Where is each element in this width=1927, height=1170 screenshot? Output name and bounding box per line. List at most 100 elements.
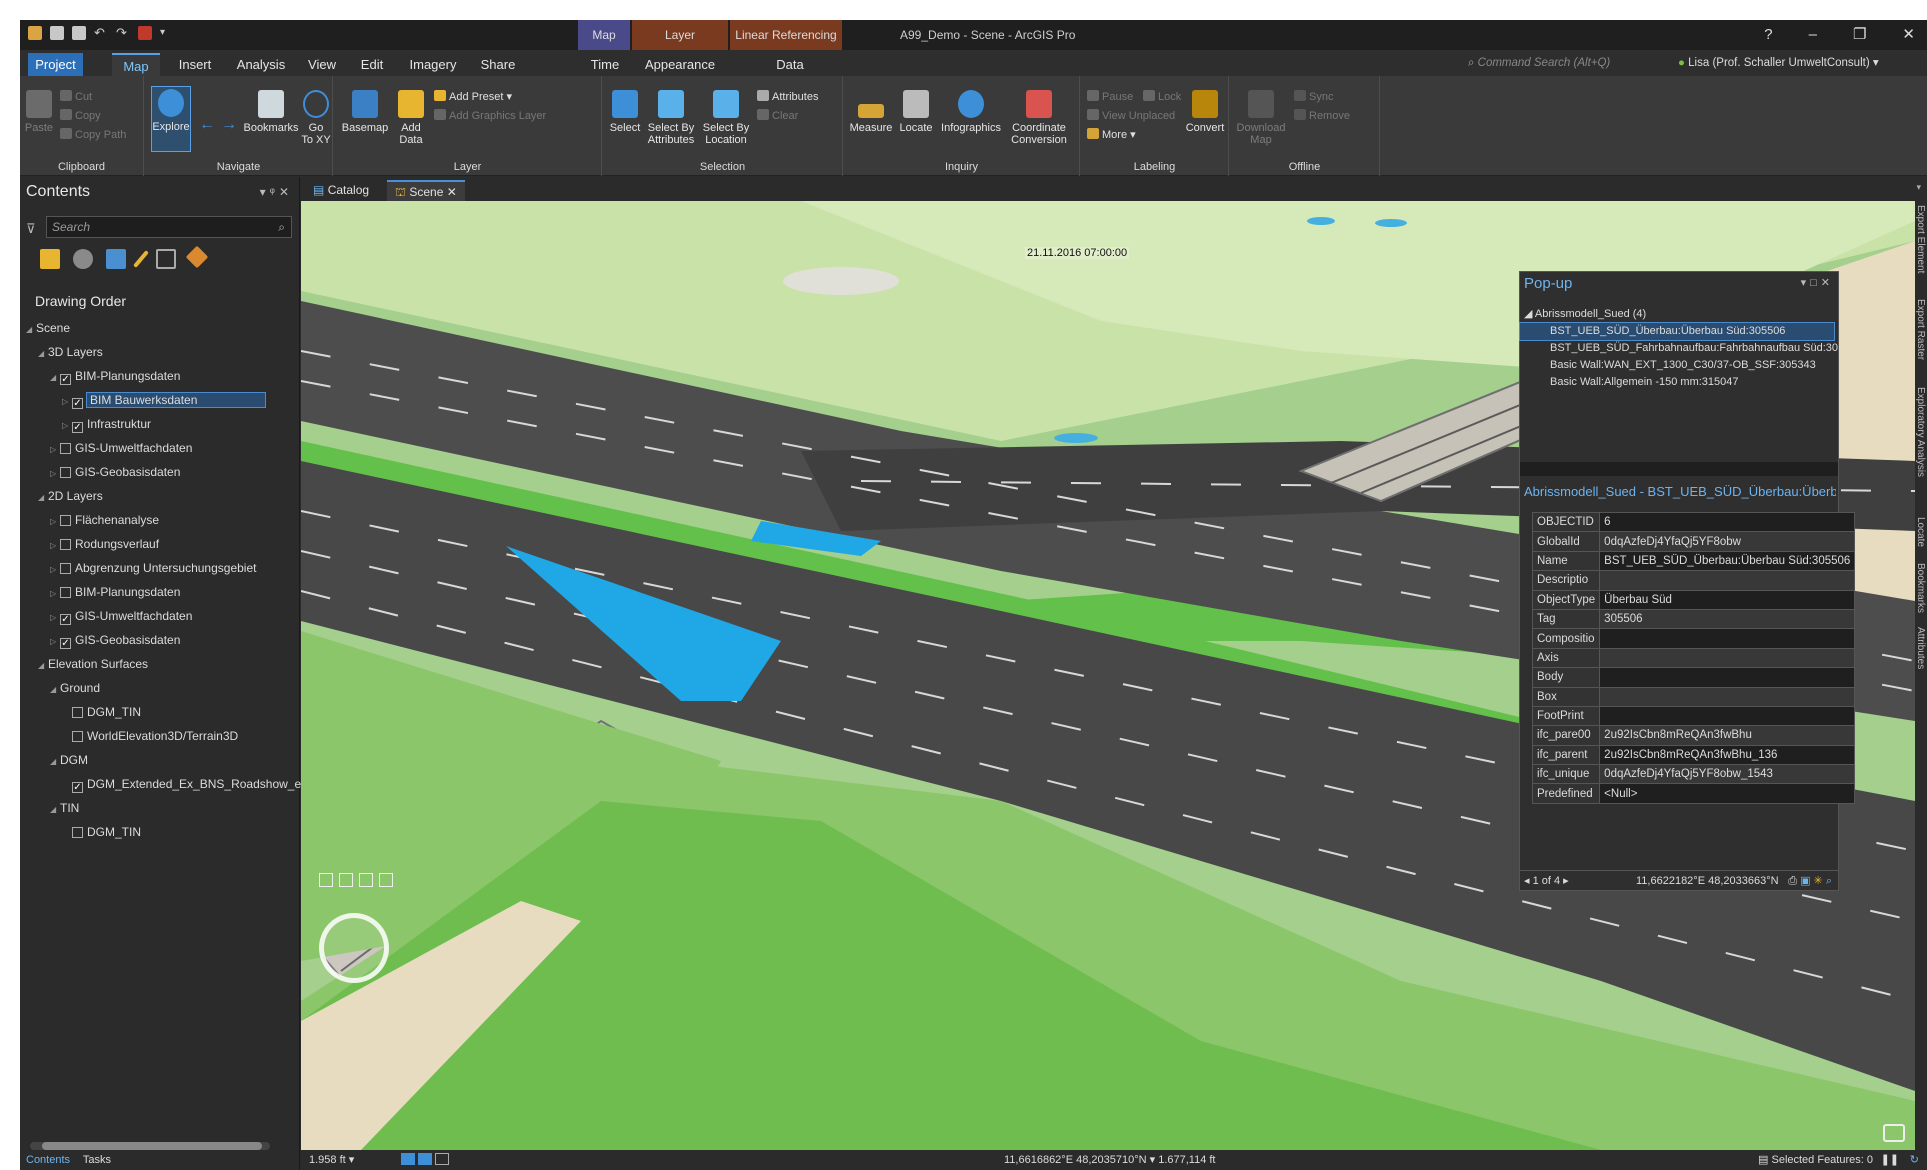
- coordinate-conversion-button[interactable]: Coordinate Conversion: [1006, 90, 1072, 146]
- layer-visibility-checkbox[interactable]: ✓: [72, 398, 83, 409]
- restore-button[interactable]: ❐: [1853, 20, 1866, 50]
- layer-visibility-checkbox[interactable]: ✓: [60, 614, 71, 625]
- layer-visibility-checkbox[interactable]: ✓: [60, 638, 71, 649]
- toolbox-icon[interactable]: [138, 26, 152, 40]
- customize-qat-icon[interactable]: ▾: [160, 26, 174, 40]
- layer-visibility-checkbox[interactable]: [60, 563, 71, 574]
- layer-tree-item[interactable]: DGM_TIN: [20, 701, 300, 723]
- expand-twisty-icon[interactable]: ◢: [50, 679, 60, 701]
- tab-catalog[interactable]: ▤ Catalog: [305, 180, 377, 201]
- expand-twisty-icon[interactable]: ◢: [38, 655, 48, 677]
- convert-button[interactable]: Convert: [1185, 90, 1225, 134]
- layer-tree-item[interactable]: WorldElevation3D/Terrain3D: [20, 725, 300, 747]
- add-graphics-layer-button[interactable]: Add Graphics Layer: [434, 109, 546, 123]
- list-by-labeling-icon[interactable]: [185, 245, 209, 269]
- list-by-editing-icon[interactable]: [133, 250, 149, 268]
- pin-icon[interactable]: ᵠ: [270, 185, 279, 199]
- tab-data[interactable]: Data: [760, 53, 820, 76]
- copy-button[interactable]: Copy: [60, 109, 101, 123]
- tab-project[interactable]: Project: [28, 53, 83, 76]
- layer-visibility-checkbox[interactable]: [60, 587, 71, 598]
- close-pane-icon[interactable]: ✕: [279, 185, 293, 199]
- expand-twisty-icon[interactable]: ▷: [50, 607, 60, 629]
- clear-selection-button[interactable]: Clear: [757, 109, 798, 123]
- expand-twisty-icon[interactable]: ▷: [50, 559, 60, 581]
- layer-visibility-checkbox[interactable]: ✓: [60, 374, 71, 385]
- attribution-icon[interactable]: [1883, 1124, 1905, 1142]
- select-icon[interactable]: ⌕: [1826, 875, 1832, 887]
- tab-scene[interactable]: ⛫ Scene ✕: [387, 180, 465, 201]
- layer-tree-item[interactable]: ▷ BIM-Planungsdaten: [20, 581, 300, 603]
- expand-twisty-icon[interactable]: ▷: [50, 511, 60, 533]
- remove-button[interactable]: Remove: [1294, 109, 1350, 123]
- paste-button[interactable]: Paste: [24, 90, 54, 134]
- select-by-location-button[interactable]: Select By Location: [701, 90, 751, 146]
- popup-pager[interactable]: ◂ 1 of 4 ▸: [1524, 871, 1569, 891]
- table-view-icon[interactable]: [435, 1153, 450, 1165]
- command-search-input[interactable]: ⌕ Command Search (Alt+Q): [1468, 54, 1653, 72]
- orbit-icon[interactable]: [359, 873, 373, 887]
- compass-icon[interactable]: [319, 913, 389, 983]
- pause-drawing-button[interactable]: ❚❚: [1881, 1150, 1899, 1170]
- layer-tree-item[interactable]: ▷ ✓ Infrastruktur: [20, 413, 300, 435]
- tab-insert[interactable]: Insert: [170, 53, 220, 76]
- scene-view[interactable]: 21.11.2016 07:00:00 Pop-up ▾□✕ ◢ Abrissm…: [301, 201, 1915, 1150]
- expand-twisty-icon[interactable]: ▷: [50, 535, 60, 557]
- map-view-icon[interactable]: [401, 1153, 415, 1165]
- right-dock-tab[interactable]: Attributes: [1915, 627, 1926, 669]
- layer-tree-item[interactable]: ✓ DGM_Extended_Ex_BNS_Roadshow_ed: [20, 773, 308, 795]
- layer-tree-item[interactable]: DGM_TIN: [20, 821, 300, 843]
- locate-button[interactable]: Locate: [896, 90, 936, 134]
- layer-visibility-checkbox[interactable]: [60, 467, 71, 478]
- next-extent-button[interactable]: →: [221, 117, 237, 133]
- lock-labels-button[interactable]: Lock: [1143, 90, 1181, 104]
- expand-twisty-icon[interactable]: ▷: [62, 391, 72, 413]
- expand-twisty-icon[interactable]: ◢: [50, 367, 60, 389]
- popup-list-item[interactable]: BST_UEB_SÜD_Fahrbahnaufbau:Fahrbahnaufba…: [1520, 340, 1838, 357]
- refresh-icon[interactable]: ↻: [1910, 1150, 1919, 1170]
- popup-options-icon[interactable]: ▾: [1801, 277, 1811, 289]
- popup-list-item[interactable]: Basic Wall:Allgemein -150 mm:315047: [1520, 374, 1838, 391]
- expand-twisty-icon[interactable]: ◢: [26, 319, 36, 341]
- right-dock-tab[interactable]: Export Element: [1915, 205, 1926, 273]
- infographics-button[interactable]: Infographics: [938, 90, 1004, 134]
- popup-list-item[interactable]: BST_UEB_SÜD_Überbau:Überbau Süd:305506: [1519, 322, 1835, 341]
- layer-tree-item[interactable]: ◢ Elevation Surfaces: [20, 653, 300, 675]
- select-by-attributes-button[interactable]: Select By Attributes: [645, 90, 697, 146]
- minimize-button[interactable]: –: [1809, 20, 1817, 50]
- tab-share[interactable]: Share: [474, 53, 522, 76]
- previous-extent-button[interactable]: ←: [199, 117, 215, 133]
- layer-tree-item[interactable]: ▷ GIS-Umweltfachdaten: [20, 437, 300, 459]
- expand-twisty-icon[interactable]: ▷: [50, 463, 60, 485]
- contents-search-input[interactable]: Search ⌕: [46, 216, 292, 238]
- popup-list-item[interactable]: Basic Wall:WAN_EXT_1300_C30/37-OB_SSF:30…: [1520, 357, 1838, 374]
- user-account[interactable]: ● Lisa (Prof. Schaller UmweltConsult) ▾: [1678, 54, 1879, 72]
- layer-tree-item[interactable]: ◢ TIN: [20, 797, 300, 819]
- more-labels-button[interactable]: More ▾: [1087, 128, 1136, 142]
- view-unplaced-button[interactable]: View Unplaced: [1087, 109, 1175, 123]
- download-map-button[interactable]: Download Map: [1236, 90, 1286, 146]
- measure-button[interactable]: Measure: [848, 90, 894, 134]
- horizontal-scrollbar[interactable]: [30, 1142, 270, 1150]
- layer-tree-item[interactable]: ▷ Flächenanalyse: [20, 509, 300, 531]
- layer-tree-item[interactable]: ▷ ✓ GIS-Geobasisdaten: [20, 629, 300, 651]
- attributes-button[interactable]: Attributes: [757, 90, 818, 104]
- help-button[interactable]: ?: [1764, 20, 1772, 50]
- layer-visibility-checkbox[interactable]: [72, 731, 83, 742]
- expand-twisty-icon[interactable]: ◢: [50, 799, 60, 821]
- right-dock-tab[interactable]: Export Raster: [1915, 299, 1926, 360]
- pan-to-icon[interactable]: ⎙: [1788, 875, 1797, 887]
- list-by-selection-icon[interactable]: [106, 249, 126, 269]
- sync-button[interactable]: Sync: [1294, 90, 1333, 104]
- tab-tasks[interactable]: Tasks: [83, 1154, 111, 1166]
- list-by-data-source-icon[interactable]: [73, 249, 93, 269]
- layer-visibility-checkbox[interactable]: [72, 707, 83, 718]
- select-button[interactable]: Select: [609, 90, 641, 134]
- basemap-button[interactable]: Basemap: [340, 90, 390, 134]
- right-dock-tab[interactable]: Locate: [1915, 517, 1926, 547]
- undo-icon[interactable]: ↶: [94, 26, 108, 40]
- layer-visibility-checkbox[interactable]: ✓: [72, 422, 83, 433]
- bookmarks-button[interactable]: Bookmarks: [243, 90, 299, 134]
- layer-tree-item[interactable]: ◢ DGM: [20, 749, 300, 771]
- redo-icon[interactable]: ↷: [116, 26, 130, 40]
